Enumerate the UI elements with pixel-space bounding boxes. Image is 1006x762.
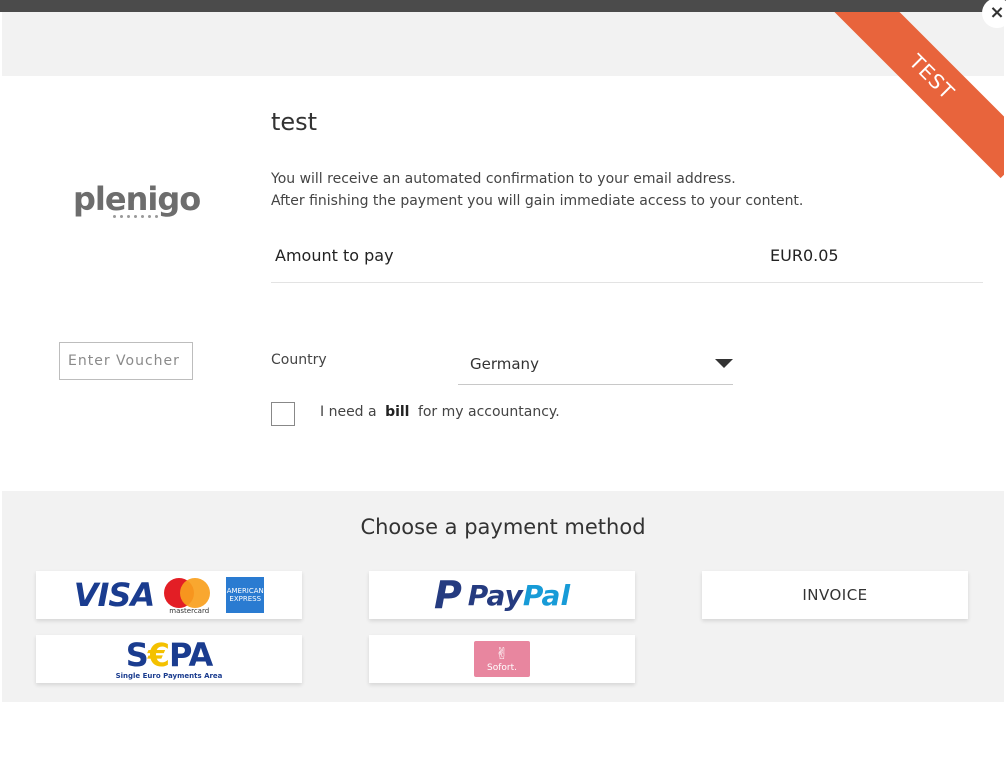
sofort-button[interactable]: ✌ Sofort.	[369, 635, 635, 683]
mastercard-logo: mastercard	[162, 576, 214, 615]
visa-logo: VISA	[73, 576, 155, 614]
amex-logo: AMERICAN EXPRESS	[226, 577, 265, 613]
sepa-subtitle: Single Euro Payments Area	[115, 671, 223, 680]
voucher-input[interactable]	[59, 342, 193, 380]
bill-text-after: for my accountancy.	[417, 404, 560, 420]
header-band	[2, 12, 1004, 76]
amount-value: EUR0.05	[770, 246, 839, 265]
sepa-logo: S€PA Single Euro Payments Area	[115, 635, 223, 680]
victory-hand-icon: ✌	[495, 644, 509, 663]
country-selected-value: Germany	[470, 355, 539, 373]
checkout-dialog: TEST plenigo test You will receive an au…	[2, 12, 1004, 762]
country-label: Country	[271, 352, 327, 368]
invoice-button[interactable]: INVOICE	[702, 571, 968, 619]
confirmation-info: You will receive an automated confirmati…	[271, 168, 803, 212]
bill-checkbox[interactable]	[271, 402, 295, 426]
product-title: test	[271, 108, 318, 136]
sepa-button[interactable]: S€PA Single Euro Payments Area	[36, 635, 302, 683]
payment-title: Choose a payment method	[360, 515, 646, 539]
sofort-label: Sofort.	[487, 663, 517, 673]
chevron-down-icon	[715, 359, 733, 368]
info-line-1: You will receive an automated confirmati…	[271, 171, 736, 187]
sofort-logo: ✌ Sofort.	[474, 641, 530, 677]
country-select[interactable]: Germany	[458, 346, 733, 385]
close-button[interactable]: ×	[982, 0, 1006, 28]
amount-label: Amount to pay	[275, 246, 394, 265]
paypal-icon: P	[433, 573, 462, 617]
bill-label: I need a bill for my accountancy.	[320, 404, 560, 420]
paypal-button[interactable]: P PayPal	[369, 571, 635, 619]
invoice-label: INVOICE	[802, 586, 868, 604]
bill-text-bold: bill	[385, 404, 410, 420]
credit-card-button[interactable]: VISA mastercard AMERICAN EXPRESS	[36, 571, 302, 619]
mastercard-label: mastercard	[169, 607, 210, 615]
info-line-2: After finishing the payment you will gai…	[271, 193, 804, 209]
amount-row: Amount to pay EUR0.05	[271, 234, 983, 283]
logo-text: plenigo	[73, 180, 201, 218]
paypal-logo: PayPal	[467, 578, 571, 612]
window-top-bar	[0, 0, 1006, 12]
bill-text-before: I need a	[320, 404, 377, 420]
payment-section: Choose a payment method VISA mastercard …	[2, 491, 1004, 702]
plenigo-logo: plenigo	[73, 180, 201, 240]
